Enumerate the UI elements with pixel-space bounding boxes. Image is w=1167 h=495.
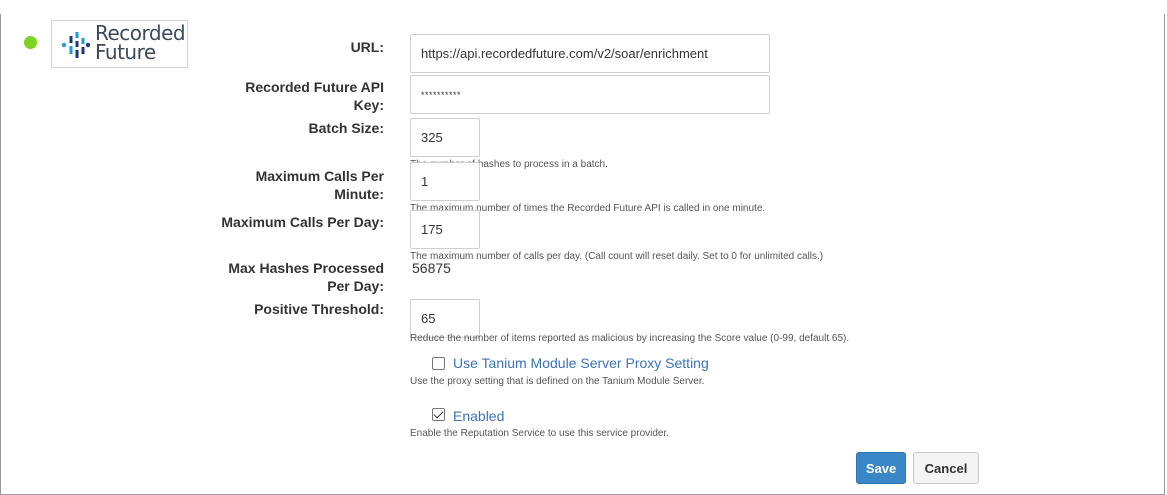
max-calls-per-day-input[interactable] [410, 210, 480, 249]
url-input[interactable] [410, 34, 770, 73]
max-hashes-per-day-value: 56875 [412, 260, 451, 276]
recorded-future-logo-icon [61, 32, 91, 58]
batch-size-input[interactable] [410, 118, 480, 157]
max-calls-per-day-label: Maximum Calls Per Day: [221, 214, 384, 230]
batch-size-label: Batch Size: [308, 120, 384, 136]
positive-threshold-help: Reduce the number of items reported as m… [410, 333, 850, 344]
save-button[interactable]: Save [856, 452, 906, 484]
enabled-help: Enable the Reputation Service to use thi… [410, 428, 670, 439]
enabled-checkbox[interactable] [432, 408, 445, 421]
api-key-label: Recorded Future API Key: [245, 79, 384, 113]
proxy-checkbox-label[interactable]: Use Tanium Module Server Proxy Setting [453, 355, 709, 371]
status-indicator [24, 36, 37, 49]
max-calls-per-minute-input[interactable] [410, 162, 480, 201]
provider-logo: Recorded Future [51, 20, 188, 68]
screenshot-caption [0, 0, 1167, 14]
proxy-checkbox[interactable] [432, 357, 445, 370]
max-hashes-per-day-label: Max Hashes Processed Per Day: [228, 260, 384, 294]
enabled-checkbox-label[interactable]: Enabled [453, 408, 504, 424]
proxy-help: Use the proxy setting that is defined on… [410, 376, 705, 387]
api-key-input[interactable] [410, 75, 770, 114]
max-calls-per-minute-label: Maximum Calls Per Minute: [255, 168, 384, 202]
cancel-button[interactable]: Cancel [913, 452, 979, 484]
logo-wordmark: Recorded Future [95, 21, 186, 64]
max-calls-per-day-help: The maximum number of calls per day. (Ca… [410, 251, 824, 262]
positive-threshold-label: Positive Threshold: [254, 301, 384, 317]
url-label: URL: [350, 39, 384, 55]
